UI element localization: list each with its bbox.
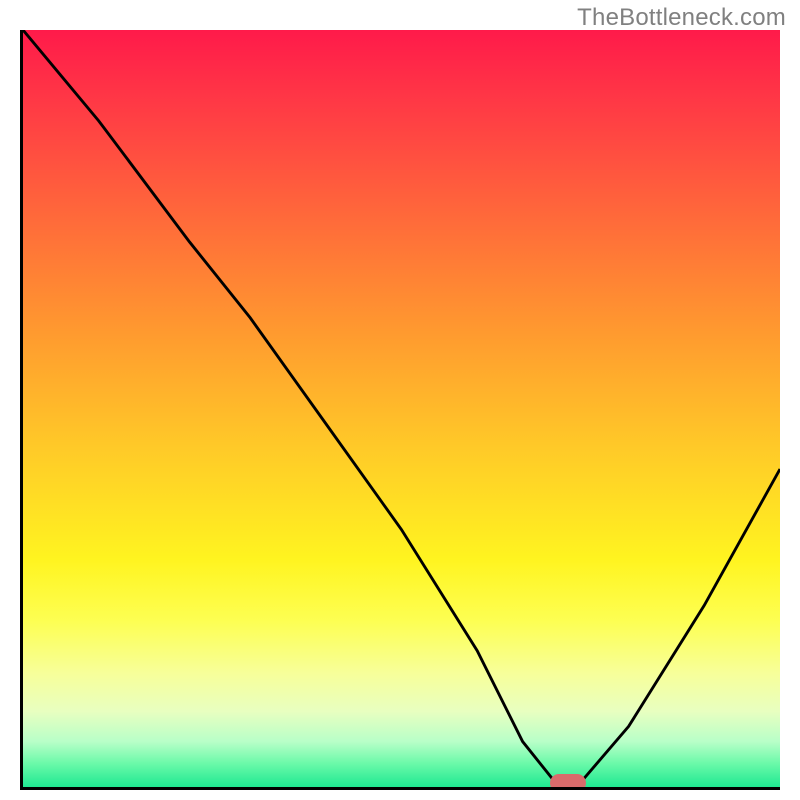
optimal-marker bbox=[550, 774, 586, 790]
curve-path bbox=[23, 30, 780, 779]
chart-container: TheBottleneck.com bbox=[0, 0, 800, 800]
bottleneck-curve bbox=[23, 30, 780, 787]
plot-area bbox=[20, 30, 780, 790]
watermark-text: TheBottleneck.com bbox=[577, 4, 786, 32]
